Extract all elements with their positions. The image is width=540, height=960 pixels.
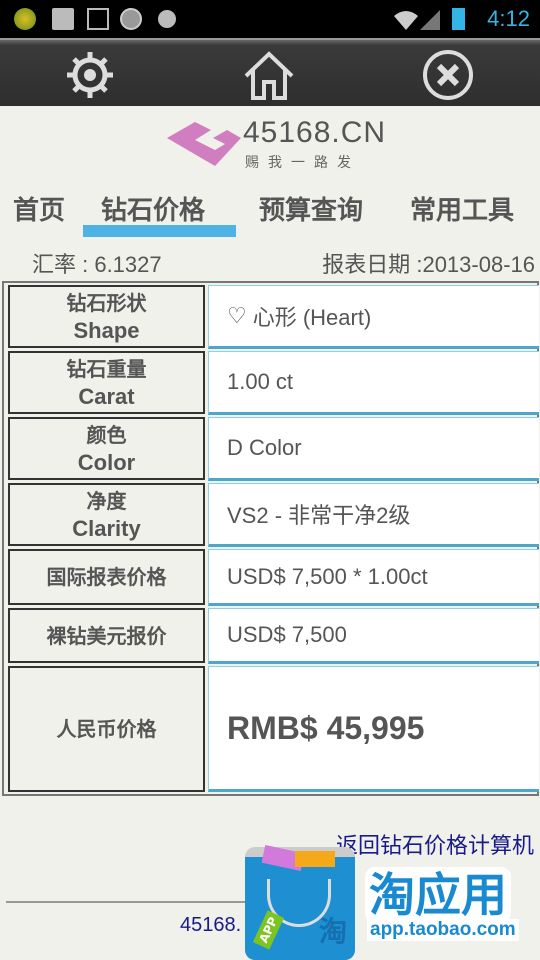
home-icon[interactable] (242, 48, 296, 102)
label-usd-price: 裸钻美元报价 (8, 608, 205, 663)
wifi-icon (394, 11, 418, 30)
ad-title: 淘应用 (365, 867, 511, 923)
active-tab-indicator (83, 225, 236, 237)
tab-home[interactable]: 首页 (13, 190, 65, 227)
image-icon (87, 8, 109, 30)
ad-url: app.taobao.com (367, 919, 519, 941)
microphone-icon (52, 8, 74, 30)
app-badge-icon (120, 8, 142, 30)
report-date: 报表日期 :2013-08-16 (322, 252, 535, 277)
value-usd-price: USD$ 7,500 (208, 608, 539, 664)
value-color: D Color (208, 417, 539, 481)
label-clarity: 净度 Clarity (8, 483, 205, 546)
battery-icon (452, 8, 465, 30)
footer-text[interactable]: 45168. (180, 914, 241, 937)
value-carat: 1.00 ct (208, 351, 539, 415)
exchange-rate: 汇率 : 6.1327 (32, 252, 162, 277)
label-rmb-price: 人民币价格 (8, 666, 205, 792)
value-list-price: USD$ 7,500 * 1.00ct (208, 549, 539, 606)
tab-diamond-price[interactable]: 钻石价格 (101, 190, 205, 227)
label-list-price: 国际报表价格 (8, 549, 205, 605)
media-icon (158, 10, 176, 28)
label-color: 颜色 Color (8, 417, 205, 480)
app-icon (14, 8, 36, 30)
value-rmb-price: RMB$ 45,995 (208, 666, 539, 792)
value-clarity: VS2 - 非常干净2级 (208, 483, 539, 547)
tab-budget-query[interactable]: 预算查询 (259, 190, 363, 227)
label-carat: 钻石重量 Carat (8, 351, 205, 414)
signal-icon (420, 10, 440, 30)
shopping-bag-icon: APP 淘 (245, 845, 355, 960)
tab-tools[interactable]: 常用工具 (410, 190, 514, 227)
settings-icon[interactable] (63, 48, 117, 102)
taobao-app-ad[interactable]: APP 淘 淘应用 app.taobao.com (245, 845, 540, 960)
logo-icon (167, 122, 241, 166)
value-shape: ♡ 心形 (Heart) (208, 285, 539, 349)
clock: 4:12 (487, 6, 530, 31)
price-table: 钻石形状 Shape ♡ 心形 (Heart) 钻石重量 Carat 1.00 ct … (2, 281, 539, 796)
status-bar: 4:12 (0, 0, 540, 38)
label-shape: 钻石形状 Shape (8, 285, 205, 348)
toolbar (0, 38, 540, 106)
logo: 45168.CN 赐我一路发 (165, 112, 385, 174)
heart-icon: ♡ (227, 303, 247, 328)
close-icon[interactable] (421, 48, 475, 102)
